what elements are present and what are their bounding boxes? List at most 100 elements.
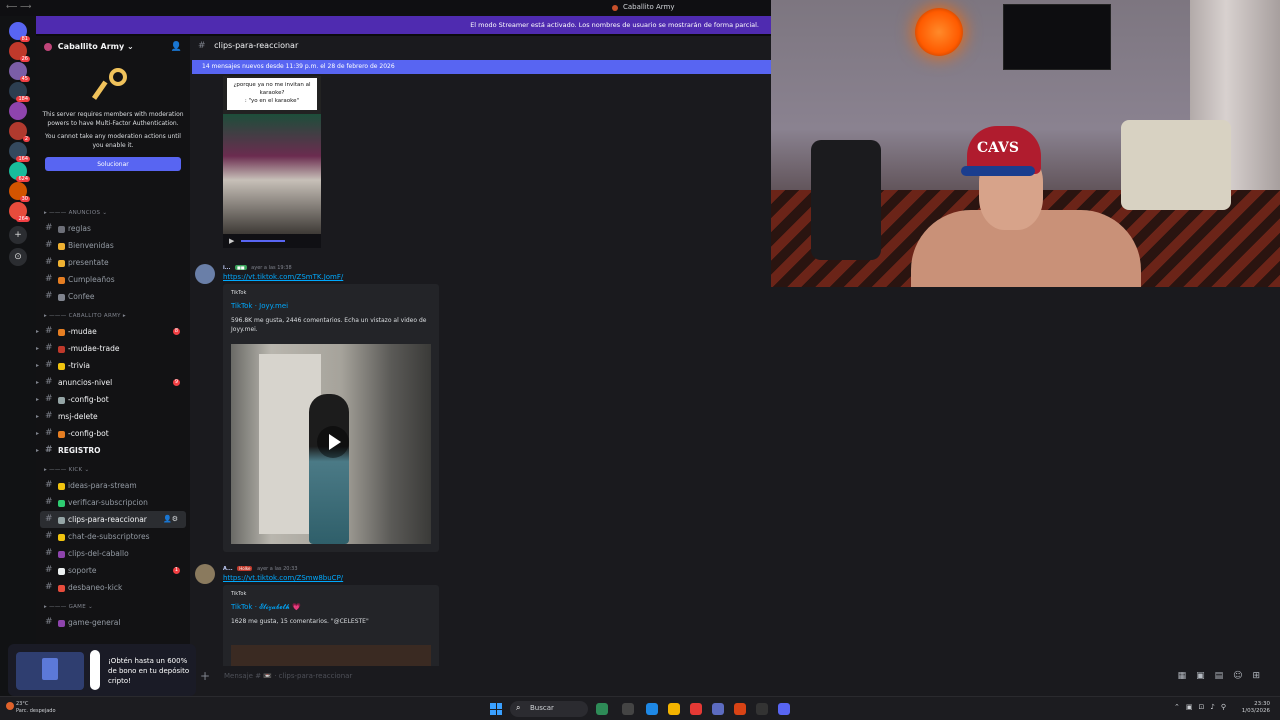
channel-soporte[interactable]: # soporte 1 xyxy=(36,562,190,579)
invite-people-icon[interactable]: 👤 xyxy=(171,42,182,52)
expand-arrow-icon[interactable]: ▸ xyxy=(36,323,39,340)
taskbar-app-icon[interactable] xyxy=(596,703,608,715)
embed-video[interactable] xyxy=(231,645,431,666)
composer-placeholder[interactable]: Mensaje # 📼 · clips-para-reaccionar xyxy=(224,672,352,680)
message-composer[interactable]: + Mensaje # 📼 · clips-para-reaccionar ▦▣… xyxy=(196,666,1276,688)
expand-arrow-icon[interactable]: ▸ xyxy=(36,442,39,459)
server-icon[interactable]: 45 xyxy=(9,62,30,82)
system-tray-icons[interactable]: ⌃▣⊡♪⚲ xyxy=(1174,703,1232,711)
channel-hash-icon: # xyxy=(45,326,53,336)
server-icon[interactable]: 164 xyxy=(9,142,30,162)
channel-registro[interactable]: ▸ # REGISTRO xyxy=(36,442,190,459)
taskbar-app-icon[interactable] xyxy=(712,703,724,715)
weather-widget[interactable]: 23°C Parc. despejado xyxy=(16,701,56,715)
channel-desbaneo-kick[interactable]: # desbaneo-kick xyxy=(36,579,190,596)
channel-clips-del-caballo[interactable]: # clips-del-caballo xyxy=(36,545,190,562)
author-name[interactable]: A... xyxy=(223,566,233,572)
expand-arrow-icon[interactable]: ▸ xyxy=(36,408,39,425)
channel-emoji-icon xyxy=(58,482,65,490)
server-icon[interactable]: 26 xyxy=(9,42,30,62)
channel-hash-icon: # xyxy=(45,411,53,421)
expand-arrow-icon[interactable]: ▸ xyxy=(36,391,39,408)
taskbar-app-icon[interactable] xyxy=(690,703,702,715)
fix-mfa-button[interactable]: Solucionar xyxy=(45,157,181,171)
server-header[interactable]: Caballito Army ⌄ 👤 xyxy=(36,36,190,58)
embed-title[interactable]: TikTok · 𝓔𝓵𝓲𝔃𝓪𝓫𝓮𝓽𝓱 💗 xyxy=(231,603,301,612)
video-controls[interactable]: ▶ xyxy=(223,234,321,248)
taskbar-clock[interactable]: 23:30 1/03/2026 xyxy=(1242,701,1270,715)
folder-icon[interactable] xyxy=(668,703,680,715)
promo-ad[interactable]: ¡Obtén hasta un 600% de bono en tu depós… xyxy=(8,644,196,696)
server-icon[interactable] xyxy=(9,102,27,120)
tv xyxy=(1003,4,1111,70)
channel-game-general[interactable]: # game-general xyxy=(36,614,190,631)
add-server-icon[interactable]: + xyxy=(9,226,27,244)
server-icon[interactable]: 81 xyxy=(9,22,30,42)
channel-bienvenidas[interactable]: # Bienvenidas xyxy=(36,237,190,254)
embed-video[interactable] xyxy=(231,344,431,544)
windows-start-icon[interactable] xyxy=(490,703,502,715)
taskbar-search[interactable]: ⌕ Buscar xyxy=(510,701,588,717)
taskbar-app-icon[interactable] xyxy=(756,703,768,715)
category-kick[interactable]: ▸ ——— KICK ⌄ xyxy=(36,463,190,477)
promo-toggle[interactable] xyxy=(90,650,100,690)
discord-icon[interactable] xyxy=(778,703,790,715)
message-link[interactable]: https://vt.tiktok.com/ZSmw8buCP/ xyxy=(223,574,343,582)
message-link[interactable]: https://vt.tiktok.com/ZSmTK.JomF/ xyxy=(223,273,343,281)
channel-clips-para-reaccionar[interactable]: # clips-para-reaccionar 👤⚙ xyxy=(40,511,186,528)
discover-icon[interactable]: ⊙ xyxy=(9,248,27,266)
server-icon[interactable]: 30 xyxy=(9,182,30,202)
expand-arrow-icon[interactable]: ▸ xyxy=(36,340,39,357)
channel-reglas[interactable]: # reglas xyxy=(36,220,190,237)
channel-presentate[interactable]: # presentate xyxy=(36,254,190,271)
server-icon[interactable]: 2 xyxy=(9,122,30,142)
channel-chat-de-subscriptores[interactable]: # chat-de-subscriptores xyxy=(36,528,190,545)
embed-title[interactable]: TikTok · Joyy.mei xyxy=(231,302,288,310)
channel-verificar-subscripcion[interactable]: # verificar-subscripcion xyxy=(36,494,190,511)
meme-video-attachment[interactable]: ¿porque ya no me invitan al karaoke? : "… xyxy=(223,76,321,248)
avatar[interactable] xyxy=(195,264,215,284)
expand-arrow-icon[interactable]: ▸ xyxy=(36,425,39,442)
server-icon[interactable]: 264 xyxy=(9,202,30,222)
taskbar-app-icon[interactable] xyxy=(622,703,634,715)
server-icon[interactable]: 184 xyxy=(9,82,30,102)
weather-icon[interactable] xyxy=(6,702,14,710)
avatar[interactable] xyxy=(195,564,215,584)
channel-cumplea-os[interactable]: # Cumpleaños xyxy=(36,271,190,288)
channel-trivia[interactable]: ▸ # -trivia xyxy=(36,357,190,374)
expand-arrow-icon[interactable]: ▸ xyxy=(36,374,39,391)
channel-settings-icon[interactable]: 👤⚙ xyxy=(163,511,178,528)
message-list[interactable]: ¿porque ya no me invitan al karaoke? : "… xyxy=(190,76,771,666)
category-anuncios[interactable]: ▸ ——— ANUNCIOS ⌄ xyxy=(36,206,190,220)
channel-emoji-icon xyxy=(58,567,65,575)
author-name[interactable]: i... xyxy=(223,265,230,271)
channel-ideas-para-stream[interactable]: # ideas-para-stream xyxy=(36,477,190,494)
back-arrow-icon[interactable]: ⟵ ⟶ xyxy=(6,2,31,11)
channel-mudae-trade[interactable]: ▸ # -mudae-trade xyxy=(36,340,190,357)
meme-photo xyxy=(223,114,321,234)
channel-mudae[interactable]: ▸ # -mudae 8 xyxy=(36,323,190,340)
play-icon[interactable]: ▶ xyxy=(229,237,234,245)
category-game[interactable]: ▸ ——— GAME ⌄ xyxy=(36,600,190,614)
composer-icons[interactable]: ▦▣▤☺⊞ xyxy=(1178,671,1270,681)
channel-label: -mudae-trade xyxy=(68,344,120,353)
server-icon[interactable]: 624 xyxy=(9,162,30,182)
video-progress-bar[interactable] xyxy=(241,240,285,242)
channel-hash-icon: # xyxy=(45,257,53,267)
message-timestamp: ayer a las 20:33 xyxy=(257,566,298,572)
channel-msj-delete[interactable]: ▸ # msj-delete xyxy=(36,408,190,425)
brave-icon[interactable] xyxy=(734,703,746,715)
channel-emoji-icon xyxy=(58,293,65,301)
expand-arrow-icon[interactable]: ▸ xyxy=(36,357,39,374)
attach-plus-icon[interactable]: + xyxy=(200,669,210,683)
category-caballito-army[interactable]: ▸ ——— CABALLITO ARMY ▸ xyxy=(36,309,190,323)
edge-icon[interactable] xyxy=(646,703,658,715)
new-messages-banner[interactable]: 14 mensajes nuevos desde 11:39 p.m. el 2… xyxy=(192,60,771,74)
channel-config-bot[interactable]: ▸ # -config-bot xyxy=(36,425,190,442)
channel-confee[interactable]: # Confee xyxy=(36,288,190,305)
channel-config-bot[interactable]: ▸ # -config-bot xyxy=(36,391,190,408)
channel-label: verificar-subscripcion xyxy=(68,498,148,507)
play-button-icon[interactable] xyxy=(317,426,349,458)
channel-anuncios-nivel[interactable]: ▸ # anuncios-nivel 9 xyxy=(36,374,190,391)
message-header: A... Holke ayer a las 20:33 xyxy=(223,566,298,572)
